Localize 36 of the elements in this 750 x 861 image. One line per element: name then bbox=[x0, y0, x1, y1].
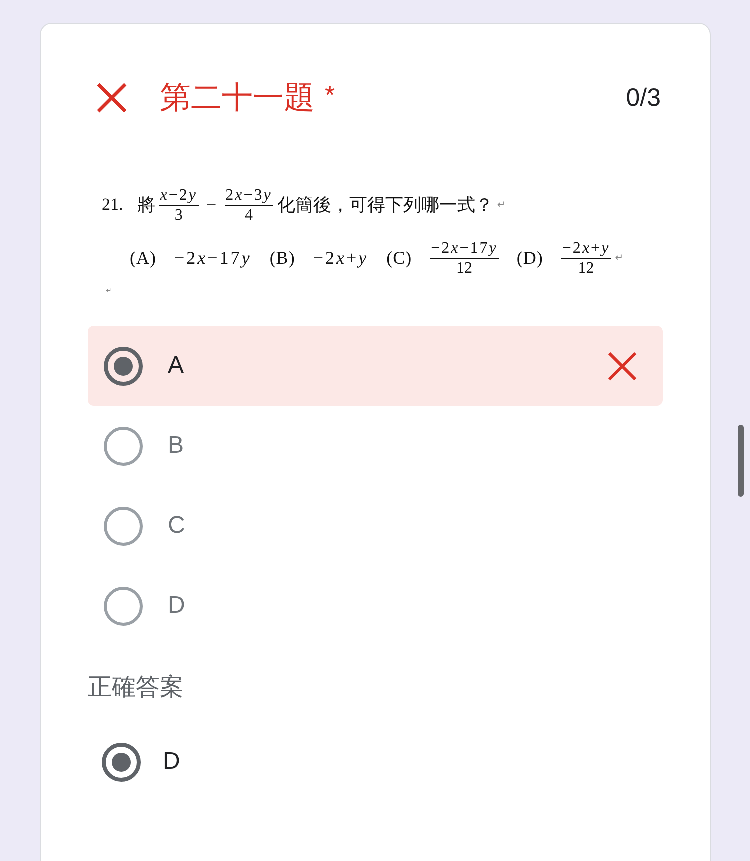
question-text: 將 bbox=[137, 194, 156, 217]
choice-label: (D) bbox=[516, 248, 544, 268]
radio-button[interactable] bbox=[102, 742, 141, 782]
score-text: 0/3 bbox=[626, 84, 661, 112]
answer-option[interactable]: D bbox=[88, 732, 663, 792]
fraction-denominator: 4 bbox=[244, 206, 254, 224]
fraction-numerator: 2x−3y bbox=[224, 186, 274, 204]
answer-option[interactable]: C bbox=[88, 486, 663, 566]
radio-button[interactable] bbox=[104, 426, 143, 466]
radio-button[interactable] bbox=[104, 506, 143, 546]
paragraph-mark: ↵ bbox=[497, 200, 506, 210]
scrollbar-thumb[interactable] bbox=[738, 425, 744, 497]
fraction-denominator: 12 bbox=[577, 258, 596, 278]
question-title: 第二十一題 bbox=[160, 79, 315, 117]
section-heading: 正確答案 bbox=[88, 673, 185, 703]
fraction-numerator: −2x+y bbox=[561, 238, 612, 258]
cross-icon bbox=[608, 352, 637, 380]
paragraph-mark: ↵ bbox=[615, 252, 624, 264]
required-mark: * bbox=[325, 80, 336, 110]
fraction-denominator: 12 bbox=[456, 258, 474, 278]
choice-label: (C) bbox=[386, 248, 412, 268]
answer-option[interactable]: A bbox=[88, 326, 663, 406]
choice-label: (A) bbox=[130, 248, 156, 268]
math-expression: −2x+y bbox=[313, 248, 369, 268]
fraction-numerator: x−2y bbox=[159, 186, 198, 204]
radio-button[interactable] bbox=[104, 586, 143, 626]
choice-label: (B) bbox=[270, 248, 296, 268]
math-expression: −2x−17y bbox=[174, 248, 252, 268]
fraction-denominator: 3 bbox=[174, 206, 184, 224]
fraction-numerator: −2x−17y bbox=[430, 238, 499, 258]
question-number: 21. bbox=[102, 195, 124, 215]
question-text: 化簡後，可得下列哪一式？ bbox=[277, 194, 494, 217]
math-operator: − bbox=[206, 194, 217, 216]
answer-option[interactable]: B bbox=[88, 406, 663, 486]
radio-button[interactable] bbox=[104, 346, 143, 386]
answer-option[interactable]: D bbox=[88, 566, 663, 646]
